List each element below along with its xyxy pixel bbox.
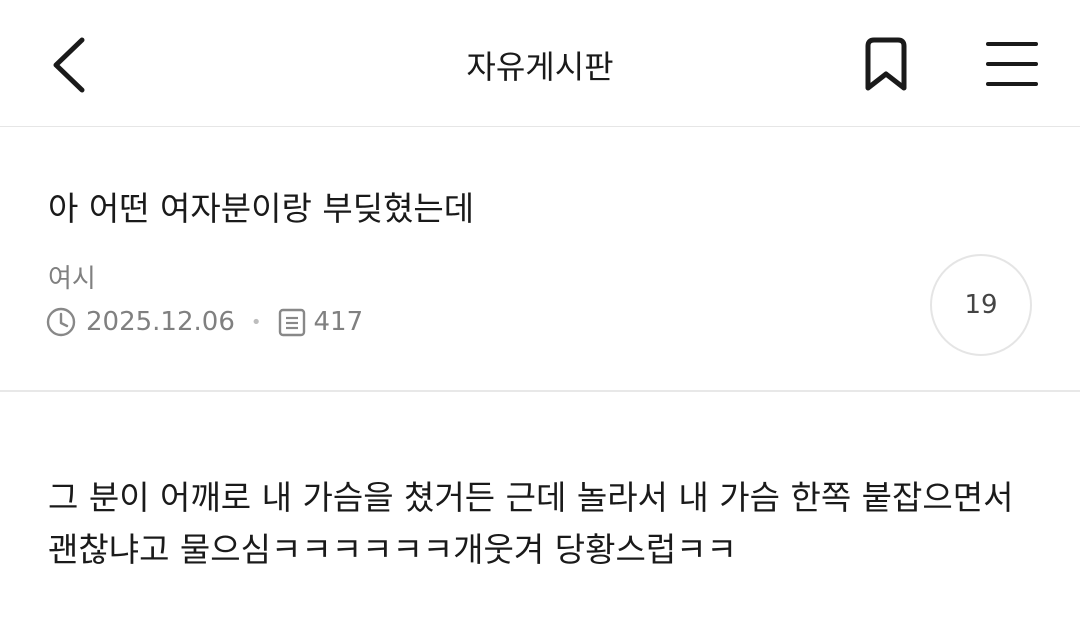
comment-count: 19 (964, 290, 998, 320)
view-count: 417 (313, 307, 364, 337)
post-body-line: 그 분이 어깨로 내 가슴을 쳤거든 근데 놀라서 내 가슴 한쪽 붙잡으면서 (48, 478, 1014, 517)
divider (0, 390, 1080, 392)
bookmark-icon (865, 37, 907, 91)
author-name[interactable]: 여시 (48, 258, 96, 295)
top-app-bar: 자유게시판 (0, 0, 1080, 127)
bookmark-button[interactable] (858, 36, 914, 94)
post-meta: 2025.12.06 • 417 (46, 304, 363, 340)
post-title: 아 어떤 여자분이랑 부딪혔는데 (48, 189, 475, 228)
menu-button[interactable] (984, 38, 1040, 90)
comment-count-button[interactable]: 19 (930, 254, 1032, 356)
post-body: 그 분이 어깨로 내 가슴을 쳤거든 근데 놀라서 내 가슴 한쪽 붙잡으면서 … (48, 472, 1048, 576)
meta-separator: • (250, 311, 262, 333)
clock-icon (46, 307, 76, 337)
document-icon (278, 308, 305, 337)
board-title: 자유게시판 (466, 48, 614, 86)
post-date: 2025.12.06 (86, 307, 235, 337)
post-body-line: 괜찮냐고 물으심ㅋㅋㅋㅋㅋㅋ개웃겨 당황스럽ㅋㅋ (48, 530, 737, 569)
hamburger-menu-icon (986, 42, 1038, 86)
